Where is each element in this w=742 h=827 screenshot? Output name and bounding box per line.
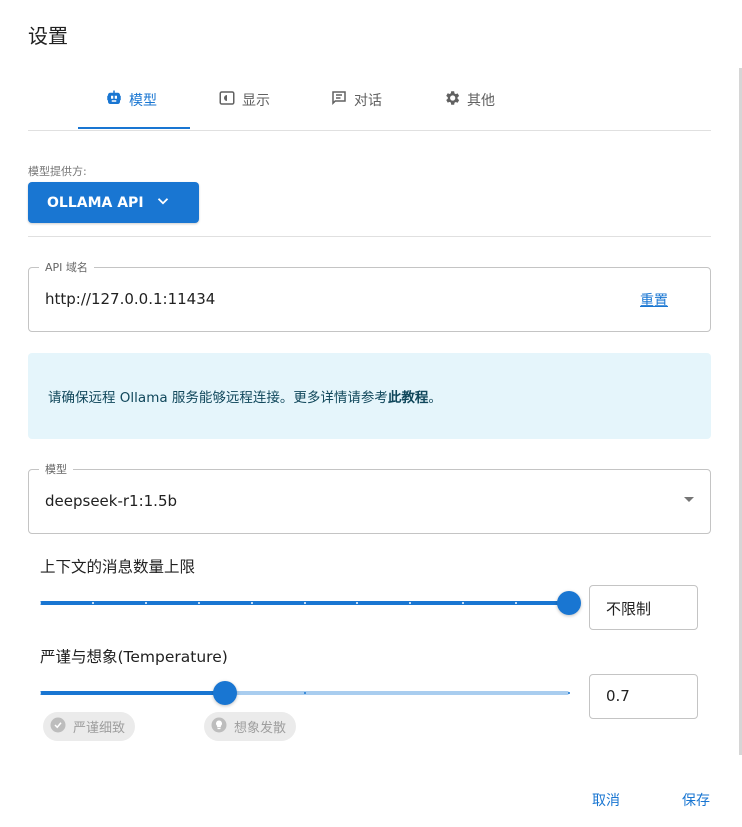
precise-chip: 严谨细致 [43,712,136,741]
lightbulb-icon [210,716,228,738]
context-slider[interactable] [39,589,581,617]
model-legend: 模型 [39,461,73,477]
temperature-value-input[interactable]: 0.7 [589,674,698,719]
slider-tick-mark [515,602,517,604]
dropdown-arrow-icon[interactable] [684,497,694,502]
slider-tick-mark [39,692,41,694]
section-divider [28,236,711,237]
slider-tick-mark [462,602,464,604]
slider-tick-mark [304,602,306,604]
slider-tick-mark [356,602,358,604]
slider-tick-mark [39,602,41,604]
cancel-button[interactable]: 取消 [592,790,620,810]
context-value-input[interactable]: 不限制 [589,585,698,630]
tab-display[interactable]: 显示 [218,88,270,112]
info-text: 请确保远程 Ollama 服务能够远程连接。更多详情请参考 [48,390,388,406]
slider-thumb[interactable] [213,681,237,705]
reset-link[interactable]: 重置 [640,290,668,310]
slider-track-active [40,691,225,695]
gear-icon [443,89,461,111]
api-host-field[interactable]: API 域名 http://127.0.0.1:11434 重置 [28,259,711,332]
api-host-legend: API 域名 [39,259,94,275]
temperature-slider-label: 严谨与想象(Temperature) [40,648,228,666]
chat-icon [330,89,348,111]
model-select[interactable]: 模型 deepseek-r1:1.5b [28,461,711,534]
save-button[interactable]: 保存 [682,790,710,810]
shield-check-icon [49,716,67,738]
precise-label: 严谨细致 [73,721,126,736]
active-tab-indicator [78,127,190,129]
model-value: deepseek-r1:1.5b [45,492,178,510]
slider-tick-mark [568,692,570,694]
tab-other[interactable]: 其他 [443,88,495,112]
tab-model[interactable]: 模型 [105,88,157,112]
tabs-divider [28,130,711,131]
info-suffix: 。 [428,390,442,406]
provider-label: 模型提供方: [28,165,87,178]
slider-tick-mark [198,602,200,604]
creative-label: 想象发散 [234,721,287,736]
tab-chat[interactable]: 对话 [330,88,382,112]
slider-thumb[interactable] [557,591,581,615]
slider-tick-mark [409,602,411,604]
provider-value: OLLAMA API [47,194,144,211]
tab-label: 其他 [467,93,495,109]
slider-tick-mark [304,692,306,694]
api-host-input[interactable]: http://127.0.0.1:11434 [45,290,215,308]
provider-select-button[interactable]: OLLAMA API [28,182,199,223]
tab-label: 对话 [354,93,382,109]
slider-tick-mark [251,602,253,604]
display-icon [218,89,236,111]
tab-label: 模型 [129,93,157,109]
slider-tick-mark [92,602,94,604]
chevron-down-icon [154,192,172,214]
dialog-title: 设置 [28,24,68,48]
info-alert: 请确保远程 Ollama 服务能够远程连接。更多详情请参考此教程。 [28,353,711,439]
tab-label: 显示 [242,93,270,109]
context-slider-label: 上下文的消息数量上限 [40,558,196,576]
tutorial-link[interactable]: 此教程 [388,390,429,406]
slider-tick-mark [145,602,147,604]
temperature-slider[interactable] [39,679,570,707]
creative-chip: 想象发散 [204,712,297,741]
robot-icon [105,89,123,111]
